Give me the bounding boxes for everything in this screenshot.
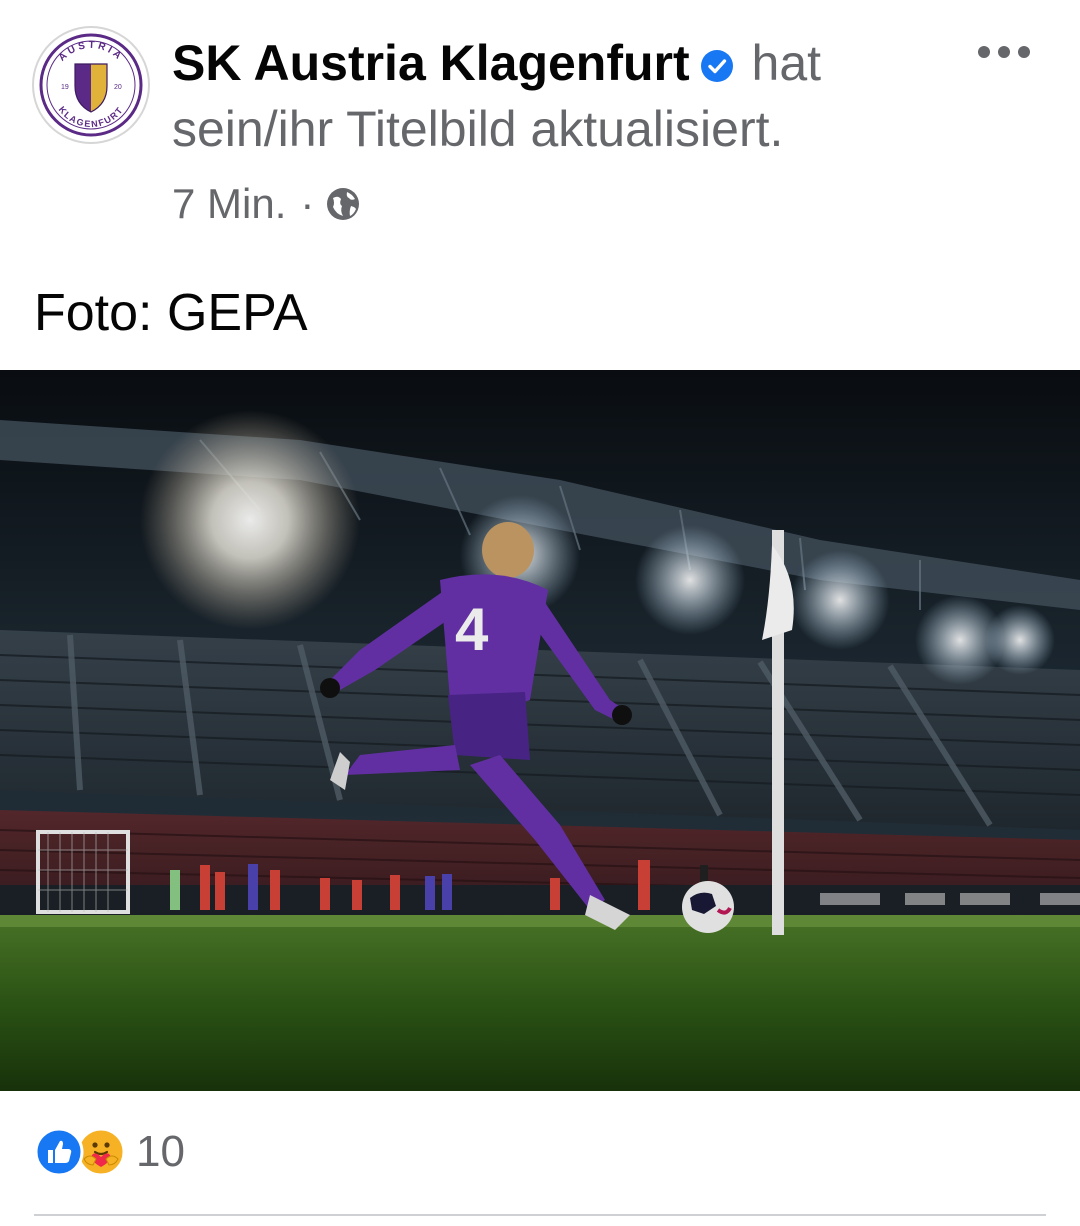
post-meta: 7 Min. · — [172, 176, 362, 232]
footer-divider — [34, 1214, 1046, 1216]
page-avatar[interactable]: AUSTRIA KLAGENFURT 19 20 — [34, 28, 148, 142]
post-caption: Foto: GEPA — [34, 284, 308, 342]
page-name-link[interactable]: SK Austria Klagenfurt — [172, 35, 690, 91]
post-header: SK Austria Klagenfurt hat sein/ihr Titel… — [172, 30, 932, 162]
cover-photo-image: 4 — [0, 370, 1080, 1091]
reaction-summary[interactable]: 10 — [34, 1124, 185, 1180]
like-icon — [34, 1127, 84, 1177]
logo-year-right: 20 — [114, 84, 122, 91]
cover-photo[interactable]: 4 — [0, 370, 1080, 1091]
logo-year-left: 19 — [61, 84, 69, 91]
club-logo: AUSTRIA KLAGENFURT 19 20 — [39, 33, 143, 137]
meta-separator: · — [300, 180, 315, 227]
facebook-post: AUSTRIA KLAGENFURT 19 20 SK Austria Klag… — [0, 0, 1080, 1226]
more-options-icon[interactable] — [978, 40, 1032, 64]
verified-badge-icon — [700, 49, 734, 83]
globe-icon[interactable] — [324, 185, 362, 223]
reaction-count[interactable]: 10 — [136, 1124, 185, 1180]
post-timestamp[interactable]: 7 Min. — [172, 176, 286, 232]
